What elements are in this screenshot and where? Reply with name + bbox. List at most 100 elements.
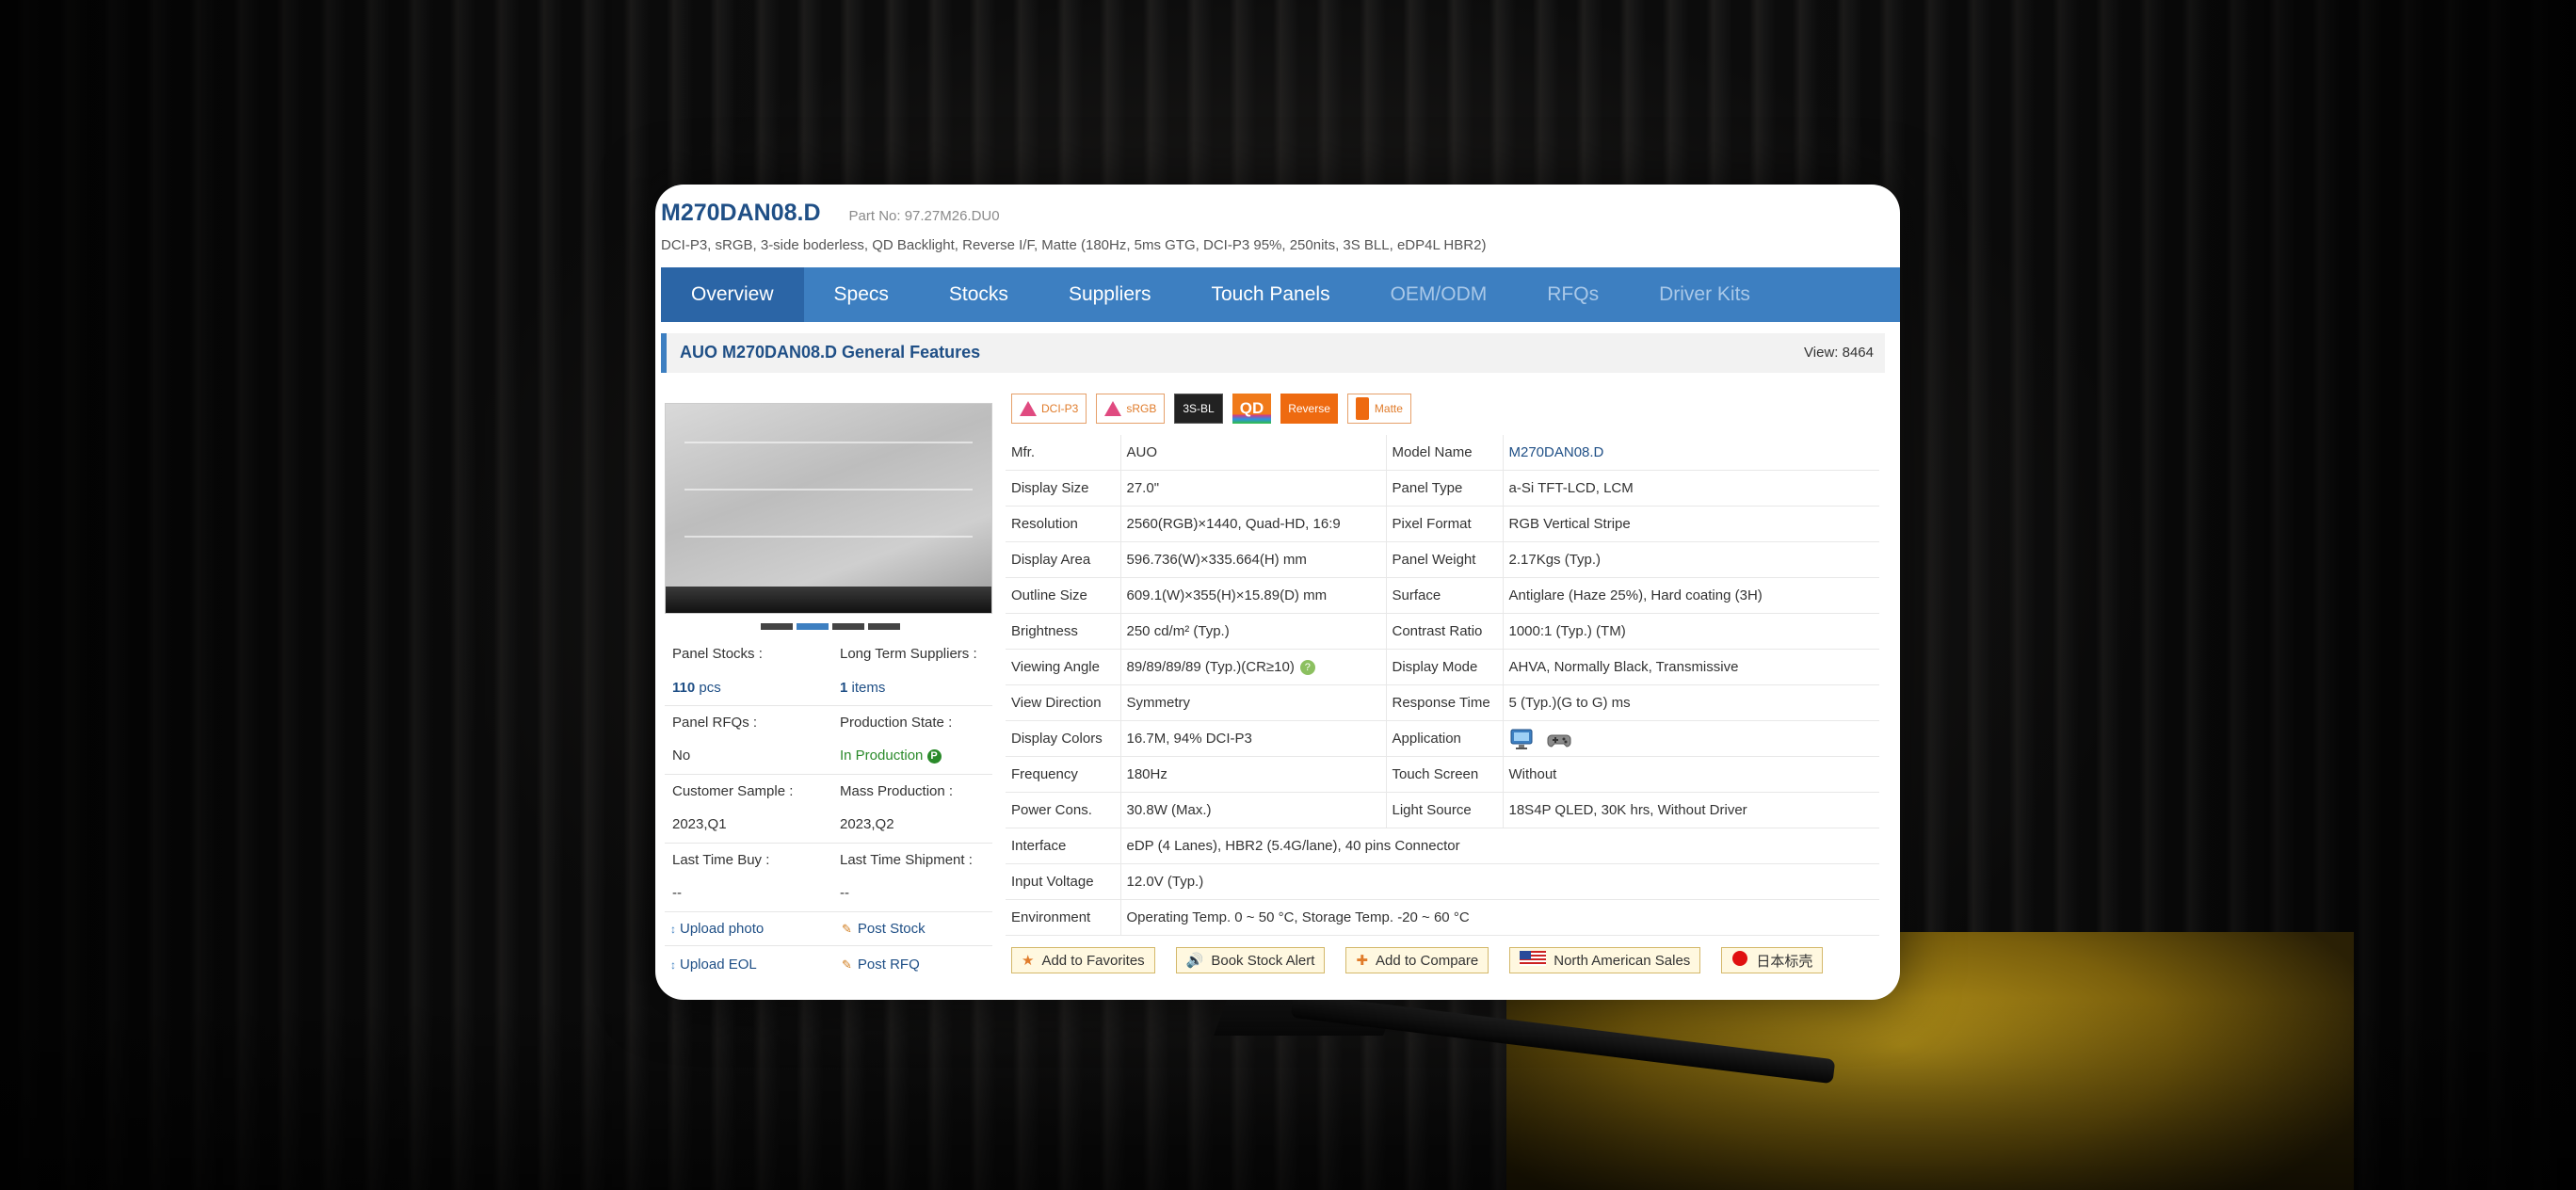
- tab-driver-kits[interactable]: Driver Kits: [1629, 267, 1780, 322]
- spec-row: Outline Size 609.1(W)×355(H)×15.89(D) mm S…: [1006, 577, 1879, 614]
- spec-label: Environment: [1006, 899, 1121, 936]
- spec-value: 27.0": [1120, 470, 1387, 507]
- badge-qd[interactable]: QD: [1232, 394, 1272, 424]
- spec-label: Resolution: [1006, 506, 1121, 542]
- panel-stocks-unit: pcs: [695, 680, 721, 696]
- post-rfq-link[interactable]: ✎ Post RFQ: [842, 957, 920, 973]
- spec-label: Interface: [1006, 828, 1121, 864]
- feature-badges: DCI-P3 sRGB 3S-BL QD Reverse Matte: [1011, 394, 1411, 424]
- spec-label: Display Area: [1006, 541, 1121, 578]
- tab-stocks[interactable]: Stocks: [919, 267, 1038, 322]
- spec-row: Frequency 180Hz Touch Screen Without: [1006, 756, 1879, 793]
- view-count: View: 8464: [1804, 345, 1874, 361]
- badge-dci-p3[interactable]: DCI-P3: [1011, 394, 1087, 424]
- last-time-shipment-value: --: [840, 885, 849, 901]
- badge-srgb[interactable]: sRGB: [1096, 394, 1166, 424]
- japan-label: 日本标壳: [1756, 953, 1813, 970]
- spec-value-text: 596.736(W)×335.664(H) mm: [1126, 552, 1307, 568]
- spec-row: Display Colors 16.7M, 94% DCI-P3 Applicati…: [1006, 720, 1879, 757]
- action-buttons: ★ Add to Favorites 🔊 Book Stock Alert ✚ Add…: [1011, 947, 1824, 973]
- spec-label: Display Colors: [1006, 720, 1121, 757]
- spec-label: Frequency: [1006, 756, 1121, 793]
- mass-production-label: Mass Production :: [840, 783, 954, 799]
- photo-detail: [684, 489, 973, 490]
- carousel-dot[interactable]: [868, 623, 900, 630]
- spec-value-text: 16.7M, 94% DCI-P3: [1126, 731, 1252, 747]
- panel-stocks-value[interactable]: 110 pcs: [672, 680, 721, 696]
- tab-specs[interactable]: Specs: [804, 267, 919, 322]
- post-stock-link[interactable]: ✎ Post Stock: [842, 921, 926, 937]
- spec-value: 30.8W (Max.): [1120, 792, 1387, 828]
- customer-sample-value: 2023,Q1: [672, 816, 727, 832]
- spec-row: Input Voltage 12.0V (Typ.): [1006, 863, 1879, 900]
- spec-value: 180Hz: [1120, 756, 1387, 793]
- badge-matte[interactable]: Matte: [1346, 394, 1411, 424]
- spec-value: AUO: [1120, 435, 1387, 471]
- part-number: Part No: 97.27M26.DU0: [848, 208, 1000, 224]
- panel-stocks-count: 110: [672, 680, 696, 696]
- pencil-icon: ✎: [842, 922, 852, 936]
- tab-oem-odm[interactable]: OEM/ODM: [1360, 267, 1518, 322]
- add-to-compare-button[interactable]: ✚ Add to Compare: [1345, 947, 1489, 973]
- upload-eol-link[interactable]: ↕ Upload EOL: [670, 957, 757, 973]
- divider: [665, 911, 992, 912]
- post-stock-text: Post Stock: [857, 921, 926, 937]
- carousel-dot[interactable]: [832, 623, 864, 630]
- section-title: AUO M270DAN08.D General Features: [680, 343, 981, 362]
- plus-icon: ✚: [1356, 953, 1368, 969]
- spec-value: M270DAN08.D: [1503, 435, 1879, 471]
- help-icon[interactable]: ?: [1299, 660, 1315, 676]
- photo-detail: [666, 587, 991, 613]
- spec-value: RGB Vertical Stripe: [1503, 506, 1879, 542]
- product-photo[interactable]: [665, 403, 992, 614]
- add-to-favorites-button[interactable]: ★ Add to Favorites: [1011, 947, 1155, 973]
- color-triangle-icon: [1104, 401, 1122, 416]
- gamepad-icon: [1547, 728, 1571, 750]
- spec-label: Contrast Ratio: [1386, 613, 1504, 650]
- spec-row: Resolution 2560(RGB)×1440, Quad-HD, 16:9 P…: [1006, 506, 1879, 542]
- customer-sample-label: Customer Sample :: [672, 783, 794, 799]
- tab-touch-panels[interactable]: Touch Panels: [1182, 267, 1360, 322]
- spec-value: 5 (Typ.)(G to G) ms: [1503, 684, 1879, 721]
- production-state-label: Production State :: [840, 715, 953, 731]
- book-stock-alert-button[interactable]: 🔊 Book Stock Alert: [1175, 947, 1326, 973]
- divider: [665, 945, 992, 946]
- badge-label: Matte: [1374, 402, 1403, 415]
- star-icon: ★: [1022, 953, 1035, 969]
- section-header: AUO M270DAN08.D General Features View: 8…: [661, 333, 1885, 373]
- tab-suppliers[interactable]: Suppliers: [1038, 267, 1182, 322]
- mass-production-value: 2023,Q2: [840, 816, 894, 832]
- post-rfq-text: Post RFQ: [857, 957, 920, 973]
- spec-value: 609.1(W)×355(H)×15.89(D) mm: [1120, 577, 1387, 614]
- panel-rfqs-label: Panel RFQs :: [672, 715, 758, 731]
- tab-overview[interactable]: Overview: [661, 267, 804, 322]
- north-american-sales-button[interactable]: North American Sales: [1509, 947, 1701, 973]
- upload-icon: ↕: [670, 923, 676, 936]
- spec-value: Without: [1503, 756, 1879, 793]
- carousel-dot-active[interactable]: [797, 623, 829, 630]
- monitor-icon: [1509, 728, 1534, 750]
- spec-value-text: AUO: [1126, 444, 1158, 460]
- tab-rfqs[interactable]: RFQs: [1517, 267, 1629, 322]
- upload-eol-text: Upload EOL: [680, 957, 757, 973]
- badge-reverse[interactable]: Reverse: [1280, 394, 1338, 424]
- photo-detail: [684, 536, 973, 538]
- long-term-suppliers-value[interactable]: 1 items: [840, 680, 885, 696]
- upload-photo-link[interactable]: ↕ Upload photo: [670, 921, 764, 937]
- last-time-buy-label: Last Time Buy :: [672, 852, 770, 868]
- spec-label: Power Cons.: [1006, 792, 1121, 828]
- spec-value-text: 89/89/89/89 (Typ.)(CR≥10): [1126, 658, 1295, 675]
- spec-value: 89/89/89/89 (Typ.)(CR≥10)?: [1120, 649, 1387, 685]
- badge-3s-bl[interactable]: 3S-BL: [1174, 394, 1223, 424]
- japan-sales-button[interactable]: 日本标壳: [1721, 947, 1824, 973]
- spec-value-text: 2560(RGB)×1440, Quad-HD, 16:9: [1126, 516, 1341, 532]
- spec-label: Brightness: [1006, 613, 1121, 650]
- spec-label: Panel Weight: [1386, 541, 1504, 578]
- page-title: M270DAN08.D: [661, 200, 821, 226]
- spec-label: Pixel Format: [1386, 506, 1504, 542]
- spec-value: 250 cd/m² (Typ.): [1120, 613, 1387, 650]
- spec-value: 1000:1 (Typ.) (TM): [1503, 613, 1879, 650]
- spec-value-text: 180Hz: [1126, 766, 1167, 782]
- carousel-dot[interactable]: [761, 623, 793, 630]
- photo-carousel-dots: [761, 623, 900, 630]
